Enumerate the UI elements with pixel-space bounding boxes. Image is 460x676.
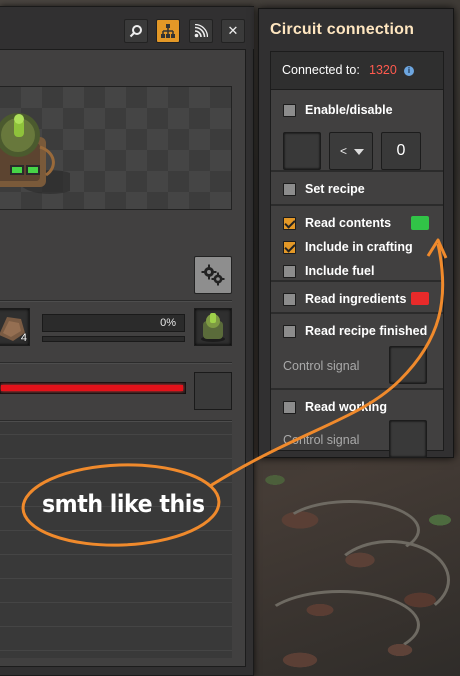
include-fuel-checkbox[interactable]	[283, 264, 296, 278]
recipe-settings-button[interactable]	[194, 256, 232, 294]
read-working-label: Read working	[305, 400, 387, 414]
list-line	[0, 482, 232, 483]
entity-content: 4 0%	[0, 49, 246, 667]
read-contents-option[interactable]: Read contents	[283, 214, 391, 232]
assembling-machine-image	[0, 113, 70, 194]
chevron-down-icon	[354, 149, 364, 155]
red-wire-indicator	[411, 292, 429, 305]
read-recipe-finished-checkbox[interactable]	[283, 324, 296, 338]
enable-disable-label: Enable/disable	[305, 103, 393, 117]
signal-icon-glyph	[194, 24, 208, 38]
entity-list-area	[0, 422, 232, 658]
read-recipe-finished-option[interactable]: Read recipe finished	[283, 322, 427, 340]
read-ingredients-section: Read ingredients	[271, 284, 443, 314]
read-recipe-finished-label: Read recipe finished	[305, 324, 428, 338]
read-working-section: Read working Control signal	[271, 392, 443, 458]
list-line	[0, 530, 232, 531]
set-recipe-option[interactable]: Set recipe	[283, 180, 365, 198]
read-contents-label: Read contents	[305, 216, 392, 230]
crafting-progress-bar: 0%	[42, 314, 185, 332]
list-line	[0, 602, 232, 603]
signal-icon[interactable]	[189, 19, 213, 43]
network-icon[interactable]	[156, 19, 180, 43]
read-recipe-finished-section: Read recipe finished Control signal	[271, 316, 443, 390]
read-ingredients-checkbox[interactable]	[283, 292, 296, 306]
search-icon[interactable]	[124, 19, 148, 43]
read-contents-checkbox[interactable]	[283, 216, 296, 230]
productivity-bar	[42, 336, 185, 342]
divider	[0, 362, 232, 364]
control-signal-label: Control signal	[283, 359, 360, 373]
list-line	[0, 650, 232, 651]
connected-to-row: Connected to: 1320 i	[271, 52, 443, 90]
connected-network-id: 1320	[369, 63, 397, 77]
comparator-select[interactable]: <	[329, 132, 373, 170]
read-working-option[interactable]: Read working	[283, 398, 387, 416]
connected-to-label: Connected to:	[282, 63, 360, 77]
close-icon[interactable]: ✕	[221, 19, 245, 43]
info-icon[interactable]: i	[404, 66, 414, 76]
circuit-panel-content: Connected to: 1320 i Enable/disable < 0 …	[270, 51, 444, 458]
entity-window: ✕ 4 0%	[0, 6, 254, 676]
enable-disable-section: Enable/disable < 0	[271, 92, 443, 172]
power-bar-fill	[1, 385, 183, 391]
entity-titlebar: ✕	[0, 7, 254, 49]
input-slot-count: 4	[20, 332, 27, 344]
include-in-crafting-checkbox[interactable]	[283, 240, 296, 254]
list-line	[0, 626, 232, 627]
working-signal-slot[interactable]	[389, 420, 427, 458]
divider	[0, 300, 232, 302]
set-recipe-section: Set recipe	[271, 174, 443, 206]
list-line	[0, 458, 232, 459]
set-recipe-checkbox[interactable]	[283, 182, 296, 196]
include-in-crafting-label: Include in crafting	[305, 240, 413, 254]
entity-preview	[0, 86, 232, 210]
gears-icon	[201, 264, 225, 286]
close-glyph: ✕	[227, 23, 239, 38]
crafting-progress-value: 0%	[160, 317, 176, 329]
read-contents-section: Read contents Include in crafting Includ…	[271, 208, 443, 282]
green-wire-indicator	[411, 216, 429, 230]
set-recipe-label: Set recipe	[305, 182, 365, 196]
constant-input[interactable]: 0	[381, 132, 421, 170]
output-slot[interactable]	[194, 308, 232, 346]
recipe-finished-signal-slot[interactable]	[389, 346, 427, 384]
comparator-value: <	[340, 144, 348, 158]
power-slot[interactable]	[194, 372, 232, 410]
include-fuel-option[interactable]: Include fuel	[283, 262, 374, 280]
list-line	[0, 554, 232, 555]
read-ingredients-option[interactable]: Read ingredients	[283, 290, 406, 308]
enable-disable-option[interactable]: Enable/disable	[283, 101, 393, 119]
list-line	[0, 434, 232, 435]
search-icon-glyph	[129, 25, 142, 38]
network-icon-glyph	[161, 24, 175, 38]
list-line	[0, 578, 232, 579]
annotation-text: smth like this	[42, 490, 205, 518]
panel-title: Circuit connection	[270, 21, 415, 38]
include-in-crafting-option[interactable]: Include in crafting	[283, 238, 413, 256]
world-vine	[260, 590, 420, 660]
control-signal-label: Control signal	[283, 433, 360, 447]
enable-disable-checkbox[interactable]	[283, 103, 296, 117]
circuit-connection-panel: Circuit connection Connected to: 1320 i …	[258, 8, 454, 458]
condition-signal-slot[interactable]	[283, 132, 321, 170]
output-item-icon	[201, 313, 225, 342]
include-fuel-label: Include fuel	[305, 264, 375, 278]
power-bar	[0, 382, 186, 394]
read-working-checkbox[interactable]	[283, 400, 296, 414]
input-slot[interactable]: 4	[0, 308, 30, 346]
read-ingredients-label: Read ingredients	[305, 292, 407, 306]
